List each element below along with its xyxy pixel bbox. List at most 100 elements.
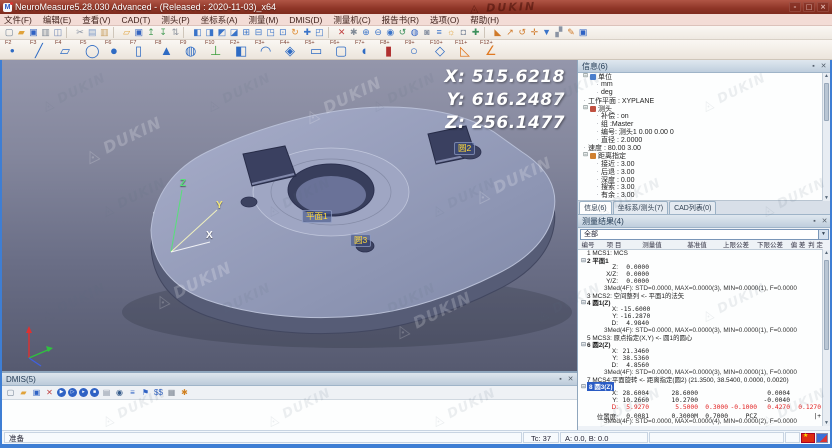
feature-square-slot-button[interactable]: F6+▢ (329, 40, 354, 59)
expand-icon[interactable]: ⊟ (581, 257, 586, 264)
view-left-icon[interactable]: ⊞ (241, 27, 252, 38)
expand-icon[interactable]: ⊟ (582, 152, 589, 159)
menu-item-machine[interactable]: 测量机(C) (333, 14, 370, 26)
new-file-icon[interactable]: ▢ (4, 27, 15, 38)
clip-plane-icon[interactable]: ◘ (458, 27, 469, 38)
refresh-icon[interactable]: ↺ (397, 27, 408, 38)
ime-icon[interactable] (816, 433, 828, 443)
viewport-3d[interactable]: X: 515.6218 Y: 616.2487 Z: 256.1477 平面1 … (2, 60, 577, 371)
feature-rect-slot-button[interactable]: F5+▭ (304, 40, 329, 59)
results-scrollbar[interactable]: ▲▼ (822, 250, 830, 426)
paste-icon[interactable]: ▥ (99, 27, 110, 38)
tree-item[interactable]: ⊟单位 (578, 73, 831, 81)
feature-sphere-probe-button[interactable]: F9◍ (179, 40, 204, 59)
close-icon[interactable]: ✕ (820, 217, 829, 226)
expand-icon[interactable]: ⊟ (582, 105, 589, 112)
show-eye-icon[interactable]: ◉ (385, 27, 396, 38)
line-list-icon[interactable]: ≡ (127, 388, 138, 398)
menu-item-dmis[interactable]: DMIS(D) (289, 15, 322, 25)
target-icon[interactable]: ▼ (541, 27, 552, 38)
close-icon[interactable]: ✕ (819, 62, 828, 71)
result-value-row[interactable]: 位置度:0.00810.3000M0.7000PCZ|+ (578, 411, 823, 418)
feature-point-button[interactable]: F2• (4, 40, 29, 59)
result-value-row[interactable]: X:28.600428.60000.0004 (578, 390, 823, 397)
probe-position-icon[interactable]: ◣ (492, 27, 503, 38)
result-feature-row[interactable]: ⊟2 平面1 (578, 257, 603, 264)
feature-line-button[interactable]: F3╱ (29, 40, 54, 59)
menu-item-options[interactable]: 选项(O) (430, 14, 459, 26)
save-icon[interactable]: ▣ (28, 27, 39, 38)
hole-circle1[interactable] (241, 197, 257, 207)
close-icon[interactable]: ✕ (566, 375, 575, 384)
results-filter-dropdown[interactable]: 全部 ▼ (580, 229, 829, 240)
tab-1[interactable]: 坐标系/测头(7) (613, 201, 669, 214)
pin-icon[interactable]: ▪ (810, 217, 819, 226)
feature-ellipse-button[interactable]: F9+○ (404, 40, 429, 59)
info-tree-scrollbar[interactable]: ▲▼ (822, 73, 830, 201)
open-part-icon[interactable]: ▱ (121, 27, 132, 38)
zoom-window-icon[interactable]: ◰ (314, 27, 325, 38)
view-iso-icon[interactable]: ◳ (265, 27, 276, 38)
result-value-row[interactable]: X/Z:0.0000 (578, 271, 823, 278)
edit-icon[interactable]: ✎ (565, 27, 576, 38)
feature-notch-button[interactable]: F7+◖ (354, 40, 379, 59)
find-icon[interactable]: ◉ (114, 388, 125, 398)
feature-cylinder-button[interactable]: F7▯ (129, 40, 154, 59)
program-page-icon[interactable]: ▤ (101, 388, 112, 398)
cut-icon[interactable]: ✂ (75, 27, 86, 38)
result-value-row[interactable]: D:4.8560 (578, 362, 823, 369)
expand-icon[interactable]: ⊟ (581, 383, 586, 390)
export-icon[interactable]: ↧ (158, 27, 169, 38)
menu-item-view[interactable]: 查看(V) (82, 14, 110, 26)
pan-view-icon[interactable]: ✚ (302, 27, 313, 38)
feature-edge-point-button[interactable]: F8+▮ (379, 40, 404, 59)
result-feature-row[interactable]: ⊟8 圆3(Z) (578, 383, 603, 390)
open-folder-icon[interactable]: ▰ (16, 27, 27, 38)
run-from-line-icon[interactable]: ▷ (68, 388, 77, 397)
grid-view-icon[interactable]: ▦ (166, 388, 177, 398)
variables-icon[interactable]: $$ (153, 388, 164, 398)
result-mcs-row[interactable]: 7 MCS4:平面旋转 <- 距离指定(圆2) (21.3500, 38.540… (578, 376, 823, 383)
save-config-icon[interactable]: ▣ (578, 27, 589, 38)
sync-icon[interactable]: ⇅ (170, 27, 181, 38)
tree-item[interactable]: ·有余 : 3.00 (578, 191, 831, 199)
step-run-icon[interactable]: ▸ (79, 388, 88, 397)
result-value-row[interactable]: X:21.3460 (578, 348, 823, 355)
feature-cone-button[interactable]: F8▲ (154, 40, 179, 59)
expand-icon[interactable]: ⊟ (581, 299, 586, 306)
result-value-row[interactable]: X:-15.6000 (578, 306, 823, 313)
feature-curve-button[interactable]: F3+◠ (254, 40, 279, 59)
menu-item-file[interactable]: 文件(F) (4, 14, 32, 26)
bookmark-icon[interactable]: ⚑ (140, 388, 151, 398)
print-icon[interactable]: ▥ (40, 27, 51, 38)
probe-rotate-icon[interactable]: ↺ (517, 27, 528, 38)
light-icon[interactable]: ☼ (446, 27, 457, 38)
menu-item-probe[interactable]: 测头(P) (161, 14, 189, 26)
language-flag-icon[interactable] (801, 433, 815, 443)
feature-label-plane1[interactable]: 平面1 (302, 210, 332, 223)
chevron-down-icon[interactable]: ▼ (818, 230, 828, 239)
view-bottom-icon[interactable]: ◪ (229, 27, 240, 38)
feature-plane-button[interactable]: F4▱ (54, 40, 79, 59)
stop-run-icon[interactable]: ■ (90, 388, 99, 397)
feature-coordinate-system-button[interactable]: F10⊥ (204, 40, 229, 59)
feature-distance-button[interactable]: F11+◺ (454, 40, 479, 59)
menu-item-coordsys[interactable]: 坐标系(A) (201, 14, 238, 26)
save-program-icon[interactable]: ▣ (31, 388, 42, 398)
tab-2[interactable]: CAD列表(0) (669, 201, 716, 214)
run-program-icon[interactable]: ▶ (57, 388, 66, 397)
result-value-row[interactable]: D:4.9840 (578, 320, 823, 327)
feature-sphere-button[interactable]: F6● (104, 40, 129, 59)
minimize-button[interactable]: - (789, 2, 801, 12)
delete-icon[interactable]: ✕ (336, 27, 347, 38)
feature-plane-offset-button[interactable]: F2+◧ (229, 40, 254, 59)
zoom-in-icon[interactable]: ⊕ (360, 27, 371, 38)
snapshot-icon[interactable]: ◙ (421, 27, 432, 38)
view-back-icon[interactable]: ◨ (204, 27, 215, 38)
result-feature-row[interactable]: ⊟6 圆2(Z) (578, 341, 603, 348)
zoom-out-icon[interactable]: ⊖ (373, 27, 384, 38)
tree-item[interactable]: ·工作平面 : XYPLANE (578, 97, 831, 105)
tab-0[interactable]: 信息(6) (579, 201, 612, 214)
tree-item[interactable]: ·mm (578, 81, 831, 89)
copy-icon[interactable]: ▤ (87, 27, 98, 38)
